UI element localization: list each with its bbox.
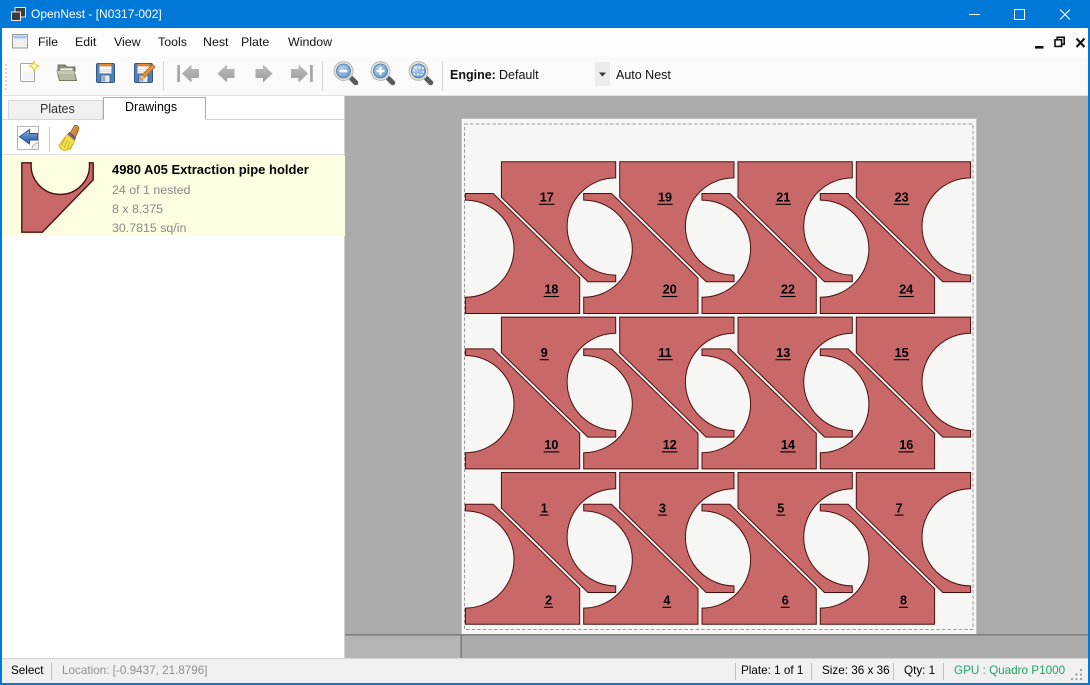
svg-text:21: 21 xyxy=(776,191,790,205)
svg-text:6: 6 xyxy=(782,594,789,608)
svg-text:23: 23 xyxy=(895,191,909,205)
svg-text:10: 10 xyxy=(544,438,558,452)
svg-text:11: 11 xyxy=(658,346,671,360)
svg-text:5: 5 xyxy=(777,501,784,515)
svg-text:4: 4 xyxy=(663,594,670,608)
svg-text:8: 8 xyxy=(900,594,907,608)
svg-text:15: 15 xyxy=(895,346,909,360)
svg-text:12: 12 xyxy=(663,438,677,452)
svg-text:2: 2 xyxy=(545,594,552,608)
svg-text:19: 19 xyxy=(658,191,672,205)
svg-text:22: 22 xyxy=(781,283,795,297)
svg-text:16: 16 xyxy=(899,438,913,452)
svg-text:9: 9 xyxy=(541,346,548,360)
svg-text:20: 20 xyxy=(663,283,677,297)
svg-text:3: 3 xyxy=(659,501,666,515)
svg-text:13: 13 xyxy=(776,346,790,360)
svg-text:17: 17 xyxy=(540,191,554,205)
svg-text:1: 1 xyxy=(541,501,548,515)
svg-text:24: 24 xyxy=(899,283,913,297)
svg-text:18: 18 xyxy=(544,283,558,297)
svg-text:7: 7 xyxy=(896,501,903,515)
svg-text:14: 14 xyxy=(781,438,795,452)
